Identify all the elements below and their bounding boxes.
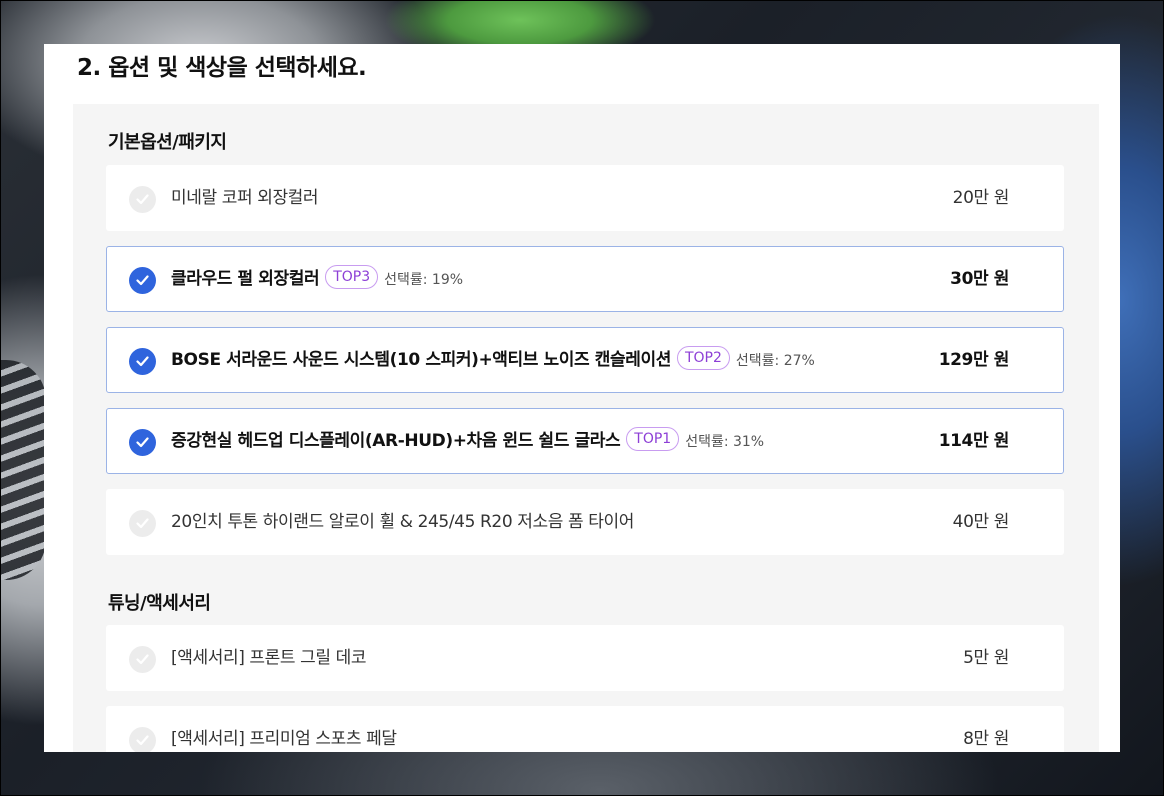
option-price: 20만 원	[952, 188, 1010, 208]
option-label: 클라우드 펄 외장컬러	[171, 269, 320, 289]
option-price: 30만 원	[950, 269, 1009, 289]
options-panel: 2. 옵션 및 색상을 선택하세요. 기본옵션/패키지 미네랄 코퍼 외장컬러 …	[44, 44, 1120, 752]
options-box: 기본옵션/패키지 미네랄 코퍼 외장컬러 20만 원 클라우드 펄 외장컬러 TO…	[73, 104, 1099, 752]
option-bose-sound[interactable]: BOSE 서라운드 사운드 시스템(10 스피커)+액티브 노이즈 캔슬레이션 T…	[106, 327, 1064, 393]
option-label: 20인치 투톤 하이랜드 알로이 휠 & 245/45 R20 저소음 폼 타이…	[171, 512, 634, 532]
option-price: 40만 원	[952, 512, 1010, 532]
air-vent-decoration	[0, 360, 46, 580]
option-label-wrap: 클라우드 펄 외장컬러 TOP3 선택률: 19%	[171, 247, 463, 311]
rank-badge: TOP2	[676, 346, 730, 370]
option-price: 5만 원	[963, 648, 1009, 668]
option-label: 미네랄 코퍼 외장컬러	[171, 188, 319, 208]
option-mineral-copper[interactable]: 미네랄 코퍼 외장컬러 20만 원	[106, 165, 1064, 231]
option-label: [액세서리] 프리미엄 스포츠 페달	[171, 729, 397, 749]
checkmark-icon[interactable]	[129, 510, 156, 537]
option-ar-hud[interactable]: 증강현실 헤드업 디스플레이(AR-HUD)+차음 윈드 쉴드 글라스 TOP1 선…	[106, 408, 1064, 474]
option-label: 증강현실 헤드업 디스플레이(AR-HUD)+차음 윈드 쉴드 글라스	[171, 431, 621, 451]
option-20inch-wheel[interactable]: 20인치 투톤 하이랜드 알로이 휠 & 245/45 R20 저소음 폼 타이…	[106, 489, 1064, 555]
checkmark-icon[interactable]	[129, 348, 156, 375]
selection-rate: 선택률: 19%	[384, 272, 464, 288]
checkmark-icon[interactable]	[129, 186, 156, 213]
group-title-basic: 기본옵션/패키지	[108, 132, 227, 153]
option-label-wrap: BOSE 서라운드 사운드 시스템(10 스피커)+액티브 노이즈 캔슬레이션 T…	[171, 328, 815, 392]
checkmark-icon[interactable]	[129, 646, 156, 673]
option-price: 129만 원	[938, 350, 1010, 370]
option-sports-pedal[interactable]: [액세서리] 프리미엄 스포츠 페달 8만 원	[106, 706, 1064, 752]
group-title-tuning: 튜닝/액세서리	[108, 593, 211, 614]
option-cloud-pearl[interactable]: 클라우드 펄 외장컬러 TOP3 선택률: 19% 30만 원	[106, 246, 1064, 312]
selection-rate: 선택률: 27%	[735, 353, 815, 369]
selection-rate: 선택률: 31%	[685, 434, 765, 450]
option-price: 8만 원	[963, 729, 1009, 749]
step-title: 2. 옵션 및 색상을 선택하세요.	[77, 55, 367, 81]
option-front-grille-deco[interactable]: [액세서리] 프론트 그릴 데코 5만 원	[106, 625, 1064, 691]
checkmark-icon[interactable]	[129, 429, 156, 456]
option-label-wrap: 증강현실 헤드업 디스플레이(AR-HUD)+차음 윈드 쉴드 글라스 TOP1 선…	[171, 409, 764, 473]
option-price: 114만 원	[938, 431, 1010, 451]
option-label: BOSE 서라운드 사운드 시스템(10 스피커)+액티브 노이즈 캔슬레이션	[171, 350, 671, 370]
checkmark-icon[interactable]	[129, 727, 156, 752]
rank-badge: TOP1	[626, 427, 680, 451]
rank-badge: TOP3	[325, 265, 379, 289]
option-label: [액세서리] 프론트 그릴 데코	[171, 648, 367, 668]
checkmark-icon[interactable]	[129, 267, 156, 294]
